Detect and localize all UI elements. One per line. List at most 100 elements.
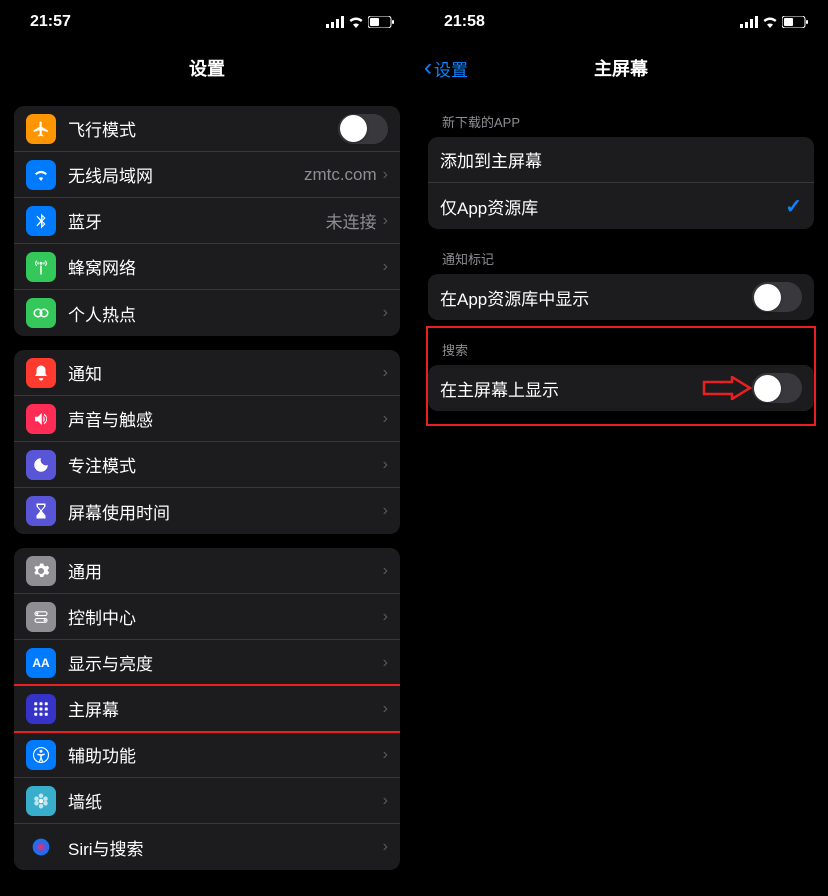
library-badges-toggle[interactable] [752,282,802,312]
gear-icon [26,556,56,586]
row-label: 通用 [68,558,383,583]
home-screen-options[interactable]: 新下载的APP 添加到主屏幕 仅App资源库 ✓ 通知标记 在App资源库中显示… [414,92,828,896]
row-label: 屏幕使用时间 [68,499,383,524]
status-bar: 21:57 [0,0,414,44]
row-hotspot[interactable]: 个人热点 › [14,290,400,336]
row-display[interactable]: AA 显示与亮度 › [14,640,400,686]
chevron-icon: › [383,608,388,626]
settings-screen: 21:57 设置 飞行模式 无线局域网 zmtc.com › [0,0,414,896]
nav-bar: ‹ 设置 主屏幕 [414,44,828,92]
home-search-toggle[interactable] [752,373,802,403]
row-label: 声音与触感 [68,406,383,431]
hourglass-icon [26,496,56,526]
nav-bar: 设置 [0,44,414,92]
grid-icon [26,694,56,724]
status-time: 21:58 [444,13,485,31]
chevron-icon: › [383,166,388,184]
row-bluetooth[interactable]: 蓝牙 未连接 › [14,198,400,244]
chevron-icon: › [383,654,388,672]
signal-icon [740,16,758,28]
chevron-icon: › [383,502,388,520]
battery-icon [782,16,808,28]
settings-group: 飞行模式 无线局域网 zmtc.com › 蓝牙 未连接 › 蜂窝网络 › [14,106,400,336]
row-label: Siri与搜索 [68,835,383,860]
chevron-icon: › [383,562,388,580]
arrow-annotation [702,376,752,400]
chevron-icon: › [383,212,388,230]
settings-group: 通知 › 声音与触感 › 专注模式 › 屏幕使用时间 › [14,350,400,534]
row-siri[interactable]: Siri与搜索 › [14,824,400,870]
siri-icon [26,832,56,862]
wifi-icon [348,16,364,28]
back-label: 设置 [434,56,468,81]
switches-icon [26,602,56,632]
wifi-setting-icon [26,160,56,190]
signal-icon [326,16,344,28]
accessibility-icon [26,740,56,770]
status-indicators [326,16,394,28]
page-title: 设置 [189,55,225,81]
row-wifi[interactable]: 无线局域网 zmtc.com › [14,152,400,198]
row-label: 墙纸 [68,788,383,813]
airplane-icon [26,114,56,144]
home-screen-settings: 21:58 ‹ 设置 主屏幕 新下载的APP 添加到主屏幕 仅App资源库 ✓ … [414,0,828,896]
row-label: 飞行模式 [68,116,338,141]
section-header: 新下载的APP [428,92,814,137]
row-detail: 未连接 [326,208,377,233]
bell-icon [26,358,56,388]
airplane-toggle[interactable] [338,114,388,144]
settings-group: 添加到主屏幕 仅App资源库 ✓ [428,137,814,229]
settings-list[interactable]: 飞行模式 无线局域网 zmtc.com › 蓝牙 未连接 › 蜂窝网络 › [0,92,414,896]
row-sounds[interactable]: 声音与触感 › [14,396,400,442]
row-general[interactable]: 通用 › [14,548,400,594]
flower-icon [26,786,56,816]
section-header: 通知标记 [428,229,814,274]
antenna-icon [26,252,56,282]
row-show-in-library[interactable]: 在App资源库中显示 [428,274,814,320]
checkmark-icon: ✓ [785,194,802,219]
text-size-icon: AA [26,648,56,678]
status-bar: 21:58 [414,0,828,44]
chevron-icon: › [383,410,388,428]
row-label: 蜂窝网络 [68,254,383,279]
row-label: 蓝牙 [68,208,326,233]
row-label: 无线局域网 [68,162,304,187]
row-cellular[interactable]: 蜂窝网络 › [14,244,400,290]
chevron-icon: › [383,304,388,322]
settings-group: 在App资源库中显示 [428,274,814,320]
row-add-to-home[interactable]: 添加到主屏幕 [428,137,814,183]
row-show-on-home[interactable]: 在主屏幕上显示 [428,365,814,411]
row-label: 辅助功能 [68,742,383,767]
wifi-icon [762,16,778,28]
battery-icon [368,16,394,28]
row-accessibility[interactable]: 辅助功能 › [14,732,400,778]
page-title: 主屏幕 [594,55,648,81]
row-screentime[interactable]: 屏幕使用时间 › [14,488,400,534]
row-label: 个人热点 [68,301,383,326]
row-wallpaper[interactable]: 墙纸 › [14,778,400,824]
status-indicators [740,16,808,28]
chevron-icon: › [383,456,388,474]
row-label: 专注模式 [68,452,383,477]
chevron-icon: › [383,838,388,856]
row-app-library-only[interactable]: 仅App资源库 ✓ [428,183,814,229]
chevron-icon: › [383,700,388,718]
row-detail: zmtc.com [304,165,377,185]
settings-group: 通用 › 控制中心 › AA 显示与亮度 › 主屏幕 › 辅助功能 [14,548,400,870]
bluetooth-icon [26,206,56,236]
hotspot-icon [26,298,56,328]
row-control-center[interactable]: 控制中心 › [14,594,400,640]
back-button[interactable]: ‹ 设置 [424,56,468,81]
row-home-screen[interactable]: 主屏幕 › [14,686,400,732]
row-label: 仅App资源库 [440,194,785,219]
chevron-icon: › [383,364,388,382]
row-label: 添加到主屏幕 [440,147,802,172]
chevron-icon: › [383,258,388,276]
row-label: 通知 [68,360,383,385]
row-airplane-mode[interactable]: 飞行模式 [14,106,400,152]
row-label: 控制中心 [68,604,383,629]
row-notifications[interactable]: 通知 › [14,350,400,396]
row-focus[interactable]: 专注模式 › [14,442,400,488]
chevron-icon: › [383,792,388,810]
chevron-icon: › [383,746,388,764]
